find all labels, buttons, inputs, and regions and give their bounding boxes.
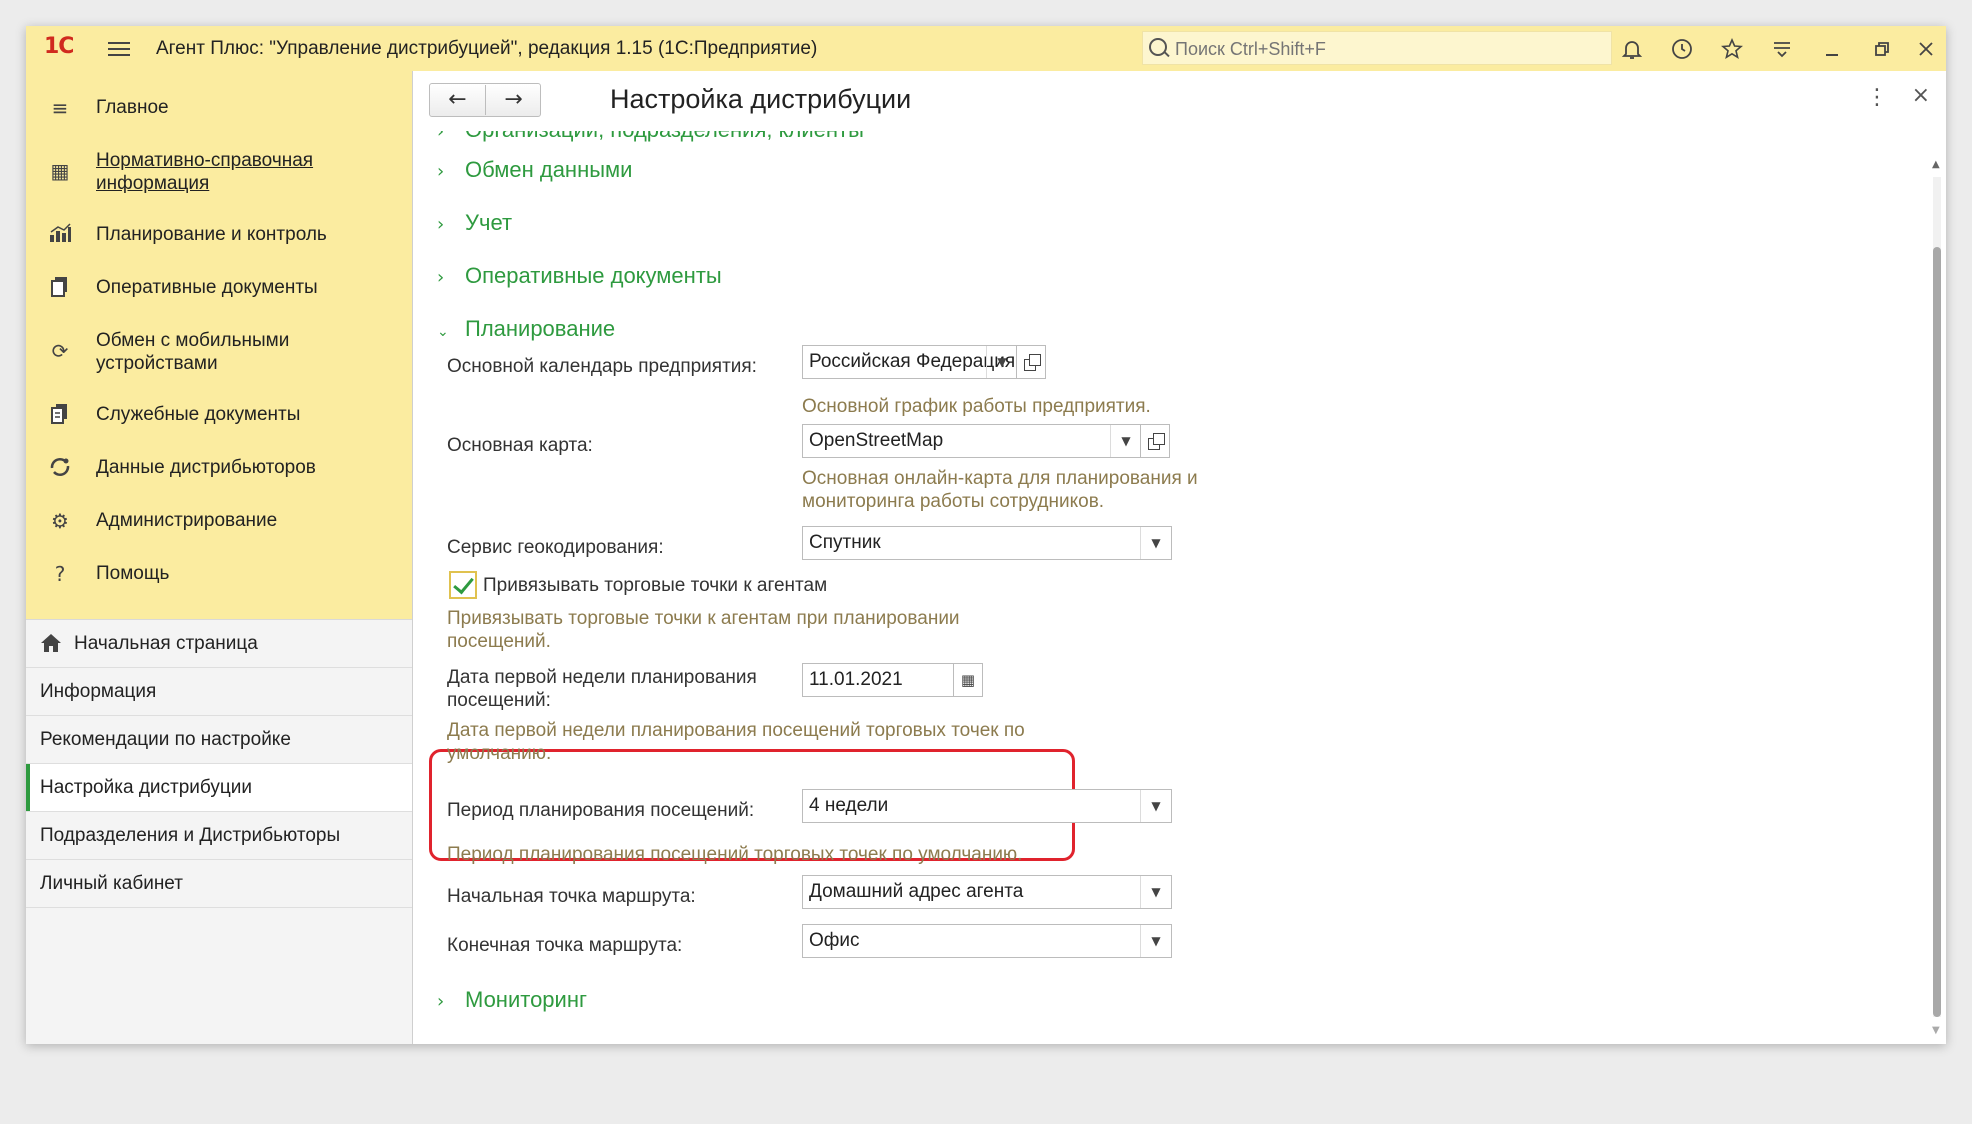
forward-arrow-icon[interactable]: → bbox=[486, 85, 541, 115]
section-monitoring[interactable]: › Мониторинг bbox=[437, 987, 587, 1013]
scroll-thumb[interactable] bbox=[1933, 247, 1941, 1017]
open-window-info[interactable]: Информация bbox=[26, 668, 412, 716]
search-input[interactable] bbox=[1173, 36, 1597, 62]
1c-logo[interactable]: 1С bbox=[44, 34, 74, 59]
calendar-picker-icon[interactable]: ▦ bbox=[953, 663, 983, 697]
scroll-up-icon[interactable]: ▲ bbox=[1932, 159, 1940, 170]
dropdown-arrow-icon[interactable]: ▼ bbox=[986, 346, 1017, 378]
distributors-icon bbox=[46, 456, 74, 480]
map-hint-line-2: мониторинга работы сотрудников. bbox=[802, 491, 1105, 512]
help-icon: ? bbox=[54, 562, 66, 586]
section-data-exchange[interactable]: › Обмен данными bbox=[437, 157, 632, 183]
chevron-right-icon: › bbox=[437, 214, 445, 235]
chevron-right-icon: › bbox=[437, 161, 445, 182]
chart-icon bbox=[46, 223, 74, 247]
open-window-account[interactable]: Личный кабинет bbox=[26, 860, 412, 908]
minimize-icon[interactable] bbox=[1816, 33, 1848, 65]
section-operative-documents[interactable]: › Оперативные документы bbox=[437, 263, 722, 289]
dropdown-arrow-icon[interactable]: ▼ bbox=[1140, 876, 1171, 908]
sections-panel: ≡ Главное ▦ Нормативно-справочная информ… bbox=[26, 71, 412, 619]
bell-icon[interactable] bbox=[1616, 33, 1648, 65]
close-window-icon[interactable] bbox=[1910, 33, 1942, 65]
chevron-right-icon: › bbox=[437, 131, 445, 142]
calendar-label: Основной календарь предприятия: bbox=[447, 356, 757, 377]
period-hint: Период планирования посещений торговых т… bbox=[447, 844, 1023, 865]
open-calendar-button[interactable] bbox=[1016, 345, 1046, 379]
close-form-icon[interactable]: × bbox=[1912, 83, 1930, 108]
open-window-divisions[interactable]: Подразделения и Дистрибьюторы bbox=[26, 812, 412, 860]
bind-outlets-hint-line-2: посещений. bbox=[447, 631, 551, 652]
calendar-hint: Основной график работы предприятия. bbox=[802, 396, 1151, 417]
route-start-label: Начальная точка маршрута: bbox=[447, 886, 696, 907]
settings-dropdown-icon[interactable] bbox=[1766, 33, 1798, 65]
chevron-right-icon: › bbox=[437, 991, 445, 1012]
title-bar: 1С Агент Плюс: "Управление дистрибуцией"… bbox=[26, 26, 1946, 72]
first-week-hint-line-1: Дата первой недели планирования посещени… bbox=[447, 720, 1025, 741]
section-planning[interactable]: ⌄ Планирование bbox=[437, 316, 615, 342]
history-icon[interactable] bbox=[1666, 33, 1698, 65]
first-week-label-line-2: посещений: bbox=[447, 690, 551, 711]
route-start-field[interactable]: Домашний адрес агента ▼ bbox=[802, 875, 1172, 909]
map-label: Основная карта: bbox=[447, 435, 593, 456]
home-icon bbox=[41, 634, 61, 652]
search-icon bbox=[1149, 38, 1167, 56]
menu-icon: ≡ bbox=[51, 96, 69, 120]
first-week-date-input[interactable]: 11.01.2021 bbox=[802, 663, 954, 697]
settings-form: ← → Настройка дистрибуции ⋮ × ›Организац… bbox=[413, 71, 1946, 1044]
first-week-label-line-1: Дата первой недели планирования bbox=[447, 667, 757, 688]
open-map-button[interactable] bbox=[1140, 424, 1170, 458]
period-field[interactable]: 4 недели ▼ bbox=[802, 789, 1172, 823]
search-box[interactable] bbox=[1142, 31, 1612, 65]
chevron-right-icon: › bbox=[437, 267, 445, 288]
service-docs-icon bbox=[46, 403, 74, 427]
main-menu-icon[interactable] bbox=[108, 38, 130, 58]
bind-outlets-label[interactable]: Привязывать торговые точки к агентам bbox=[483, 574, 827, 597]
route-end-label: Конечная точка маршрута: bbox=[447, 935, 683, 956]
geocoding-label: Сервис геокодирования: bbox=[447, 537, 664, 558]
first-week-hint-line-2: умолчанию. bbox=[447, 743, 552, 764]
restore-icon[interactable] bbox=[1866, 33, 1898, 65]
grid-icon: ▦ bbox=[50, 159, 70, 183]
dropdown-arrow-icon[interactable]: ▼ bbox=[1140, 925, 1171, 957]
route-end-field[interactable]: Офис ▼ bbox=[802, 924, 1172, 958]
open-window-home[interactable]: Начальная страница bbox=[26, 620, 412, 668]
chevron-down-icon: ⌄ bbox=[437, 324, 449, 340]
dropdown-arrow-icon[interactable]: ▼ bbox=[1140, 790, 1171, 822]
form-scroll-area[interactable]: ›Организации, подразделения, клиенты ›Об… bbox=[413, 131, 1946, 1044]
dropdown-arrow-icon[interactable]: ▼ bbox=[1110, 425, 1141, 457]
map-field[interactable]: OpenStreetMap ▼ bbox=[802, 424, 1142, 458]
app-window: 1С Агент Плюс: "Управление дистрибуцией"… bbox=[26, 26, 1946, 1044]
app-title: Агент Плюс: "Управление дистрибуцией", р… bbox=[156, 38, 818, 59]
dropdown-arrow-icon[interactable]: ▼ bbox=[1140, 527, 1171, 559]
period-label: Период планирования посещений: bbox=[447, 800, 755, 821]
section-accounting[interactable]: › Учет bbox=[437, 210, 512, 236]
sync-icon: ⟳ bbox=[51, 339, 69, 363]
open-windows-panel: Начальная страница Информация Рекомендац… bbox=[26, 619, 412, 1044]
documents-icon bbox=[46, 276, 74, 300]
bind-outlets-hint-line-1: Привязывать торговые точки к агентам при… bbox=[447, 608, 960, 629]
map-hint-line-1: Основная онлайн-карта для планирования и bbox=[802, 468, 1198, 489]
favorites-star-icon[interactable] bbox=[1716, 33, 1748, 65]
more-actions-icon[interactable]: ⋮ bbox=[1866, 85, 1888, 110]
section-organizations[interactable]: ›Организации, подразделения, клиенты bbox=[437, 131, 864, 143]
geocoding-field[interactable]: Спутник ▼ bbox=[802, 526, 1172, 560]
history-navigation: ← → bbox=[429, 83, 541, 117]
bind-outlets-checkbox[interactable] bbox=[449, 571, 477, 599]
calendar-field[interactable]: Российская Федерация ▼ bbox=[802, 345, 1018, 379]
open-window-distribution-settings[interactable]: Настройка дистрибуции bbox=[26, 764, 412, 812]
scroll-down-icon[interactable]: ▼ bbox=[1932, 1025, 1940, 1036]
page-title: Настройка дистрибуции bbox=[610, 84, 912, 114]
open-window-recommendations[interactable]: Рекомендации по настройке bbox=[26, 716, 412, 764]
gear-icon: ⚙ bbox=[51, 509, 69, 533]
vertical-scrollbar[interactable]: ▲ ▼ bbox=[1928, 157, 1946, 1044]
back-arrow-icon[interactable]: ← bbox=[430, 85, 486, 115]
